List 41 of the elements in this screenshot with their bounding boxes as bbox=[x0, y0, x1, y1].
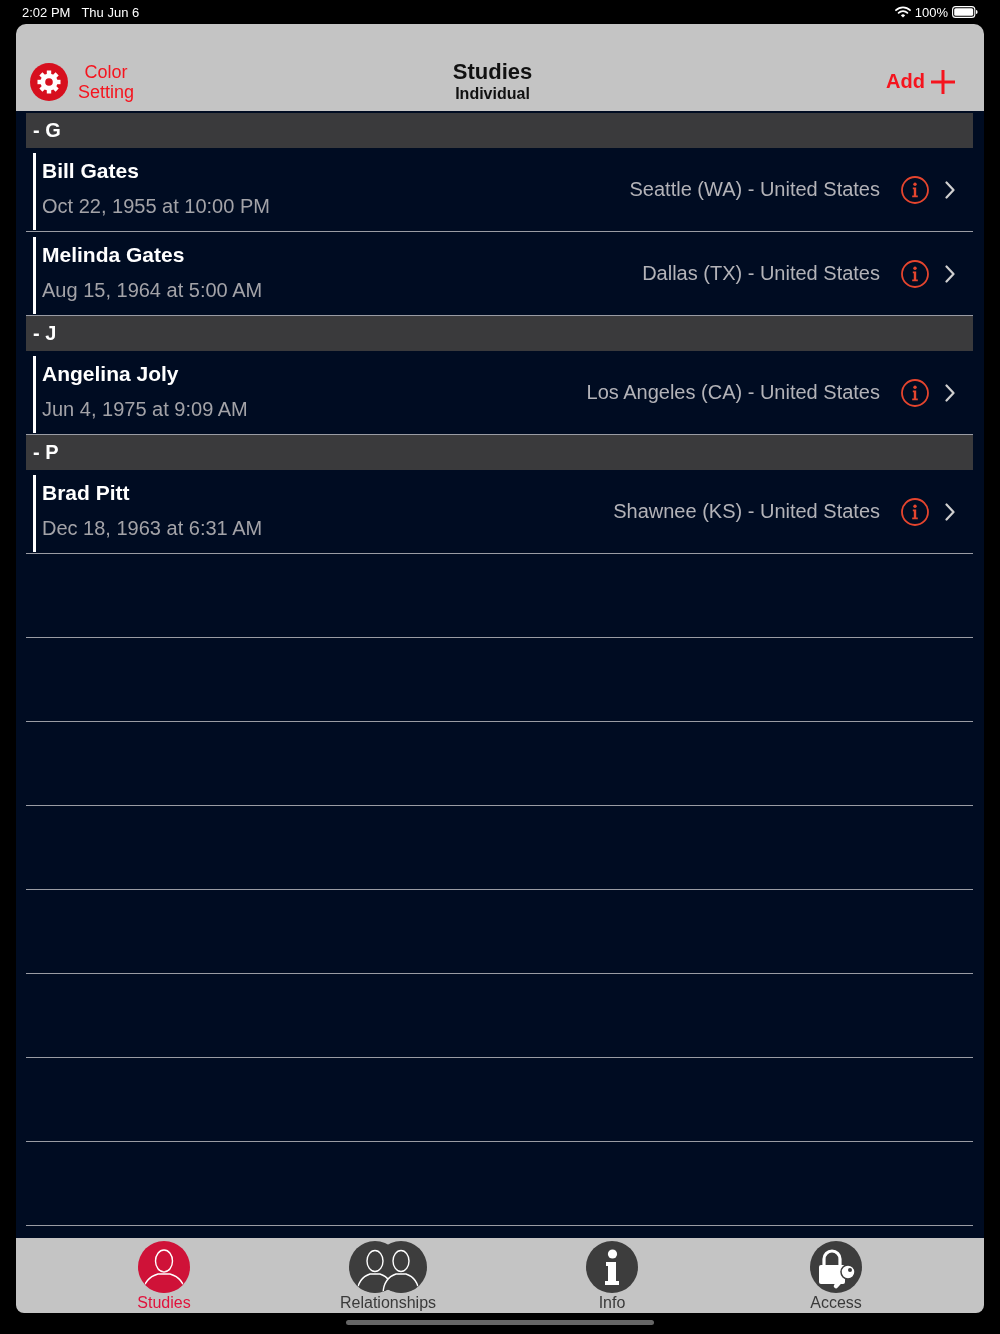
nav-subtitle: Individual bbox=[455, 83, 530, 104]
person-name: Angelina Joly bbox=[42, 361, 179, 387]
nav-title: Studies bbox=[452, 59, 533, 84]
battery-percent: 100% bbox=[914, 4, 948, 20]
gear-icon bbox=[30, 62, 68, 101]
person-name: Bill Gates bbox=[42, 158, 139, 184]
tab[interactable]: Relationships bbox=[276, 1238, 500, 1313]
info-icon[interactable] bbox=[901, 175, 929, 204]
chevron-icon bbox=[945, 180, 955, 199]
birth-date: Aug 15, 1964 at 5:00 AM bbox=[42, 278, 263, 303]
info-icon[interactable] bbox=[901, 259, 929, 288]
info-icon[interactable] bbox=[901, 497, 929, 526]
section-header: - P bbox=[26, 435, 973, 470]
status-date: Thu Jun 6 bbox=[81, 4, 140, 20]
list-row[interactable]: Brad Pitt Dec 18, 1963 at 6:31 AM Shawnee (KS) - United States bbox=[26, 470, 973, 554]
tab[interactable]: Access bbox=[724, 1238, 948, 1313]
birth-place: Shawnee (KS) - United States bbox=[613, 500, 880, 523]
chevron-icon bbox=[945, 264, 955, 283]
list-row[interactable]: Bill Gates Oct 22, 1955 at 10:00 PM Seattle (WA) - United States bbox=[26, 148, 973, 232]
two-people-icon bbox=[349, 1241, 427, 1293]
tab[interactable]: Info bbox=[500, 1238, 724, 1313]
lock-key-icon bbox=[810, 1241, 862, 1293]
person-icon bbox=[138, 1241, 190, 1293]
plus-icon bbox=[931, 69, 955, 94]
chevron-icon bbox=[945, 502, 955, 521]
wifi-icon bbox=[894, 6, 911, 18]
birth-date: Oct 22, 1955 at 10:00 PM bbox=[42, 194, 270, 219]
chevron-icon bbox=[945, 383, 955, 402]
birth-place: Los Angeles (CA) - United States bbox=[586, 381, 880, 404]
birth-date: Dec 18, 1963 at 6:31 AM bbox=[42, 516, 263, 541]
status-time: 2:02 PM bbox=[22, 4, 71, 20]
person-name: Brad Pitt bbox=[42, 480, 130, 506]
birth-date: Jun 4, 1975 at 9:09 AM bbox=[42, 397, 248, 422]
person-name: Melinda Gates bbox=[42, 242, 185, 268]
section-header: - G bbox=[26, 113, 973, 148]
birth-place: Seattle (WA) - United States bbox=[629, 178, 880, 201]
info-icon[interactable] bbox=[901, 378, 929, 407]
birth-place: Dallas (TX) - United States bbox=[642, 262, 880, 285]
info-icon bbox=[586, 1241, 638, 1293]
battery-icon bbox=[952, 6, 978, 18]
section-header: - J bbox=[26, 316, 973, 351]
